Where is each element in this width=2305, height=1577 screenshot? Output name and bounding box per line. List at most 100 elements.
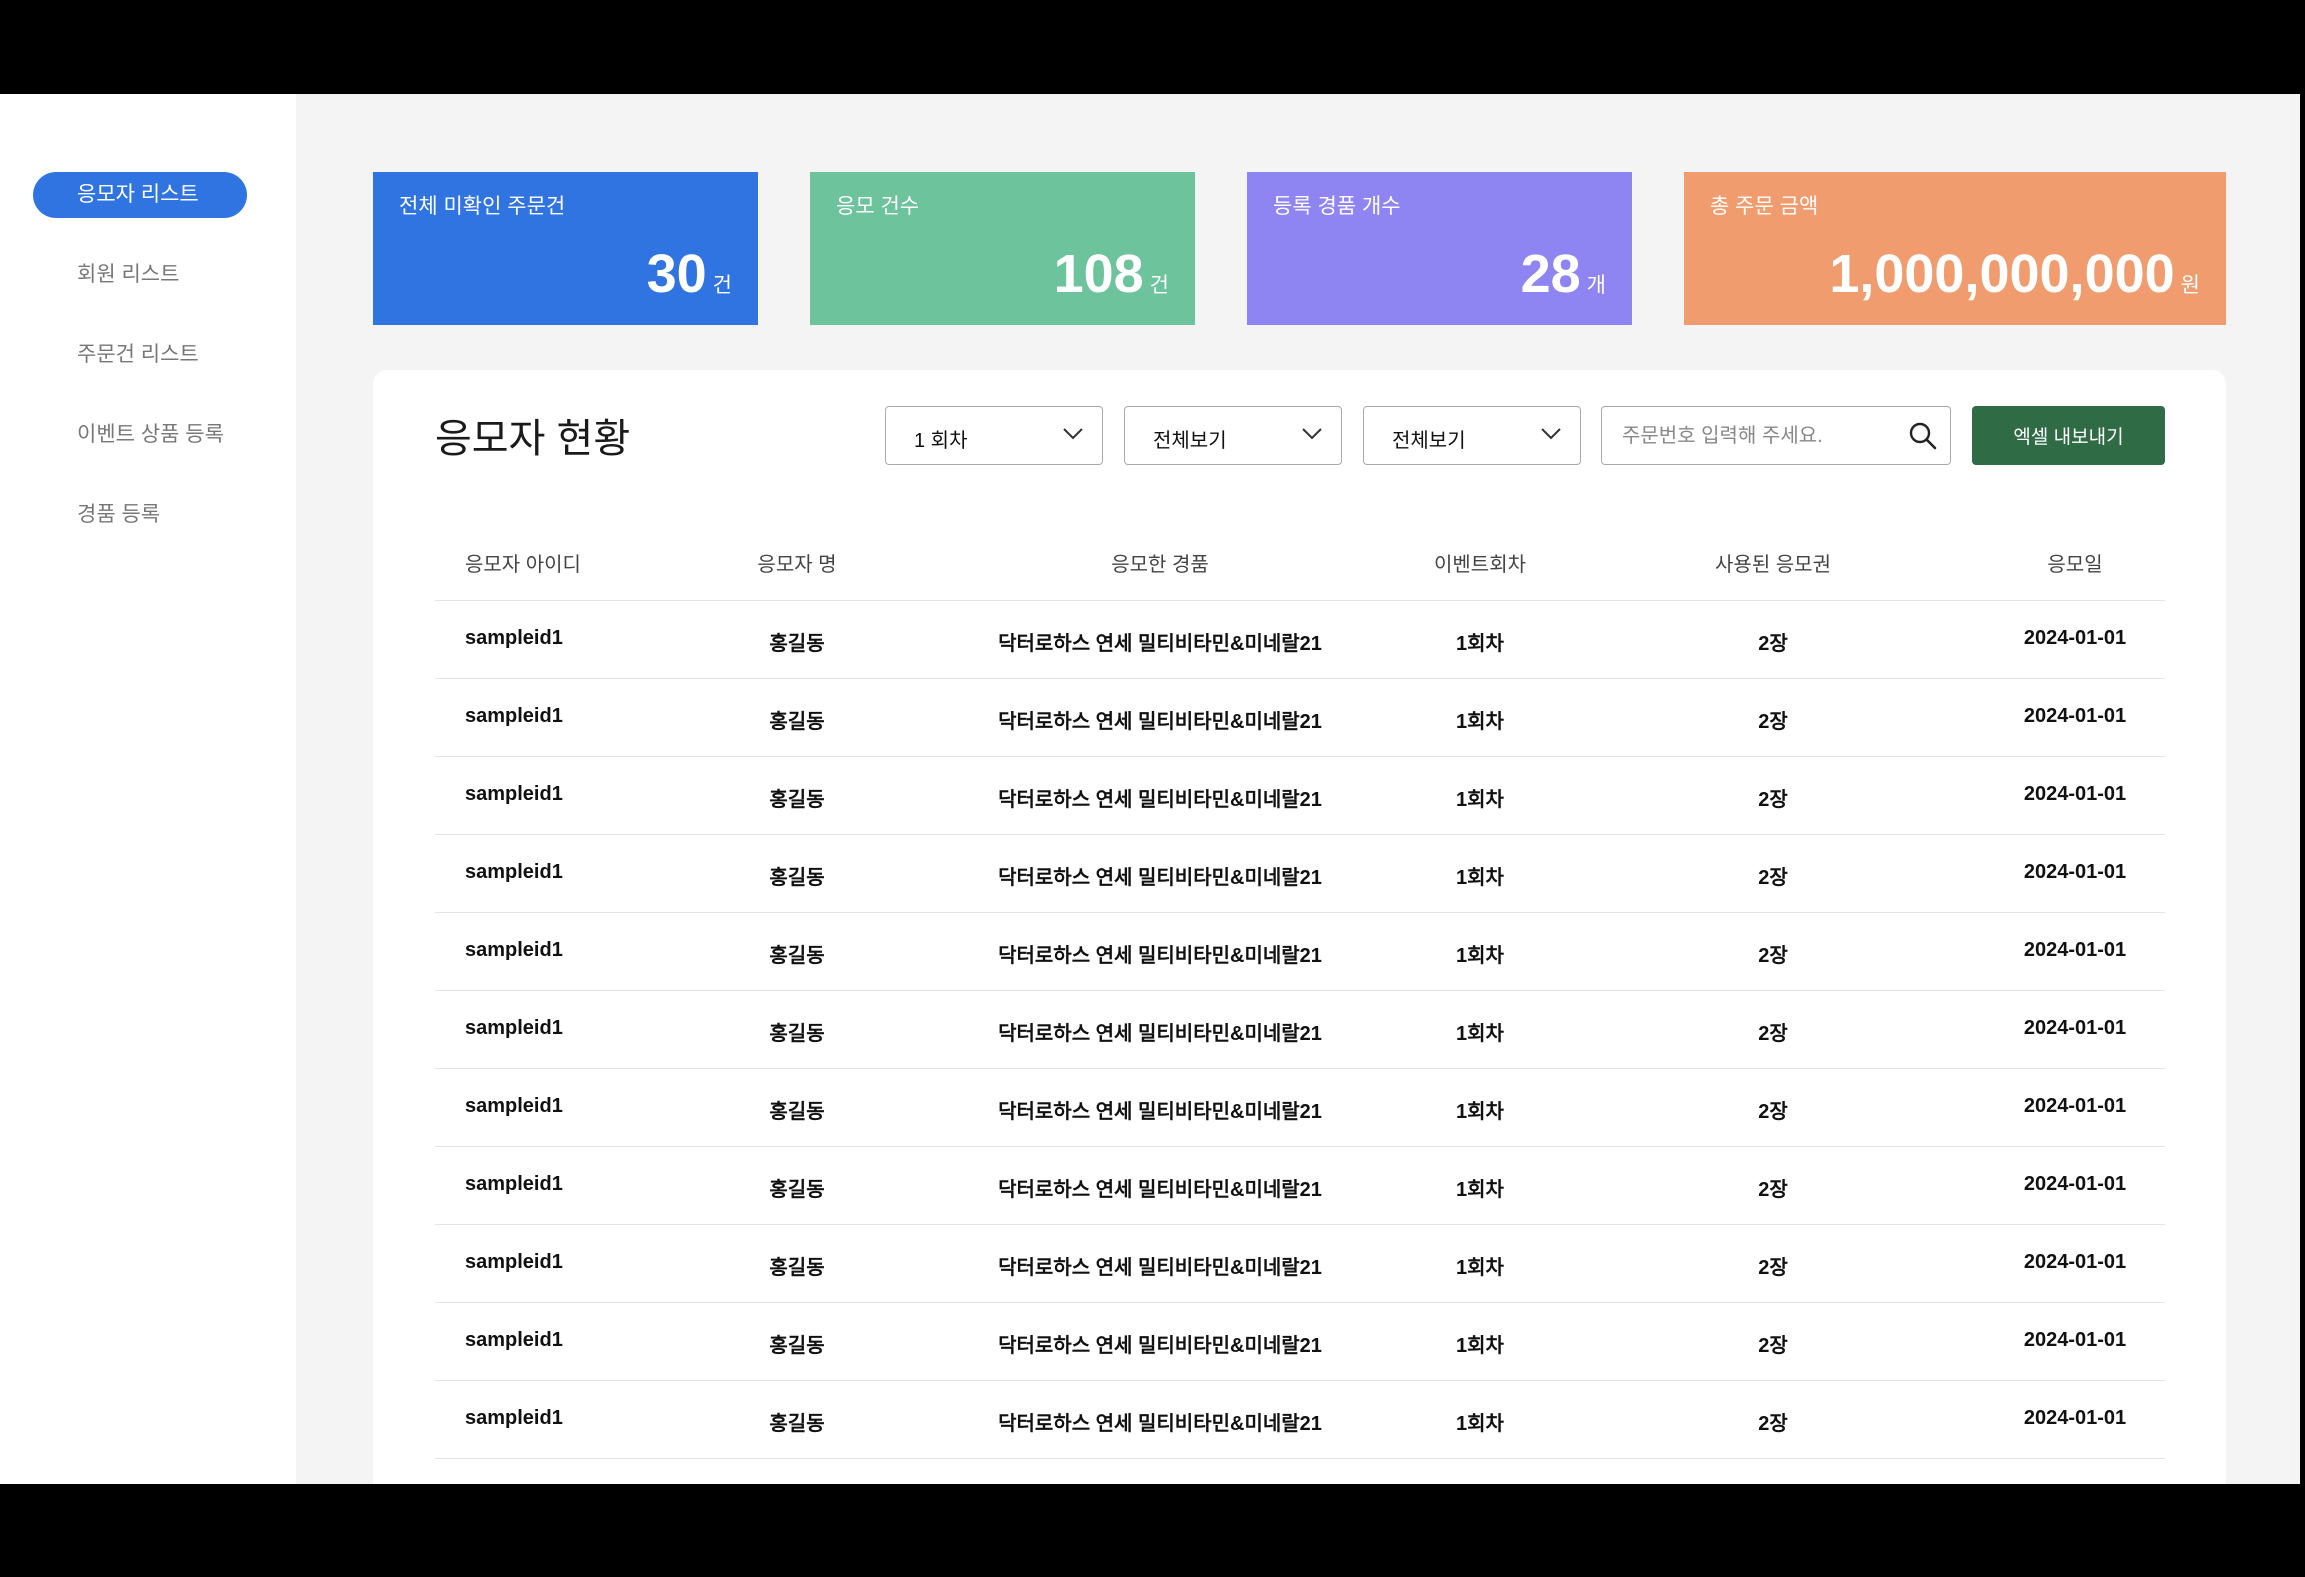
table-cell: 홍길동 — [769, 711, 825, 733]
window-edge — [2300, 94, 2305, 1484]
table-cell: 2장 — [1758, 1257, 1788, 1279]
stat-card-unit: 원 — [2180, 274, 2200, 297]
table-body: sampleid1 홍길동 닥터로하스 연세 밀티비타민&미네랄21 1회차 2장 202… — [435, 601, 2165, 1484]
table-cell: sampleid1 — [465, 861, 563, 883]
table-cell: 2장 — [1758, 1413, 1788, 1435]
filter-select-1[interactable]: 전체보기 — [1124, 406, 1342, 465]
table-cell: 홍길동 — [769, 1413, 825, 1435]
excel-export-button[interactable]: 엑셀 내보내기 — [1972, 406, 2165, 465]
column-header: 응모한 경품 — [1111, 554, 1209, 576]
table-cell: 2024-01-01 — [2023, 1095, 2127, 1117]
table-cell: 홍길동 — [769, 1101, 825, 1123]
stat-card-title: 응모 건수 — [836, 195, 920, 218]
table-cell: 2장 — [1758, 1335, 1788, 1357]
table-cell: 홍길동 — [769, 945, 825, 967]
table-row[interactable]: sampleid1홍길동닥터로하스 연세 밀티비타민&미네랄211회차2장202… — [435, 1069, 2165, 1147]
stat-card-title: 등록 경품 개수 — [1273, 195, 1401, 218]
table-cell: 1회차 — [1456, 867, 1504, 889]
table-cell: 2024-01-01 — [2023, 783, 2127, 805]
sidebar-item-order-list[interactable]: 주문건 리스트 — [33, 332, 247, 378]
table-row[interactable]: sampleid1홍길동닥터로하스 연세 밀티비타민&미네랄211회차2장202… — [435, 913, 2165, 991]
table-cell: 2024-01-01 — [2023, 705, 2127, 727]
table-cell: 2장 — [1758, 945, 1788, 967]
chevron-down-icon — [1541, 428, 1561, 440]
table-cell: 1회차 — [1456, 1413, 1504, 1435]
stat-card-unconfirmed-orders: 전체 미확인 주문건 30 건 — [373, 172, 758, 325]
table-cell: sampleid1 — [465, 1017, 563, 1039]
stat-card-unit: 건 — [712, 274, 732, 297]
table-cell: 1회차 — [1456, 1335, 1504, 1357]
table-row[interactable]: sampleid1홍길동닥터로하스 연세 밀티비타민&미네랄211회차2장202… — [435, 1303, 2165, 1381]
table-cell: sampleid1 — [465, 1095, 563, 1117]
column-header: 응모자 아이디 — [465, 554, 581, 576]
table-cell: 닥터로하스 연세 밀티비타민&미네랄21 — [998, 789, 1322, 811]
stat-card-value: 28 — [1520, 244, 1581, 304]
table-cell: 홍길동 — [769, 633, 825, 655]
table-cell: 2장 — [1758, 1101, 1788, 1123]
table-row[interactable]: sampleid1홍길동닥터로하스 연세 밀티비타민&미네랄211회차2장202… — [435, 601, 2165, 679]
filter-select-2[interactable]: 전체보기 — [1363, 406, 1581, 465]
stat-card-value: 1,000,000,000 — [1829, 244, 2175, 304]
table-cell: 1회차 — [1456, 711, 1504, 733]
applicant-status-panel: 응모자 현황 1 회차 전체보기 전체보기 엑셀 내보 — [373, 370, 2226, 1484]
sidebar-item-prize-register[interactable]: 경품 등록 — [33, 492, 247, 538]
order-search-box — [1601, 406, 1951, 465]
table-row[interactable]: sampleid1홍길동닥터로하스 연세 밀티비타민&미네랄211회차2장202… — [435, 991, 2165, 1069]
table-cell: 홍길동 — [769, 1335, 825, 1357]
table-row[interactable]: sampleid1홍길동닥터로하스 연세 밀티비타민&미네랄211회차2장202… — [435, 1381, 2165, 1459]
table-cell: sampleid1 — [465, 1251, 563, 1273]
table-cell: 2024-01-01 — [2023, 1407, 2127, 1429]
table-cell: 닥터로하스 연세 밀티비타민&미네랄21 — [998, 1413, 1322, 1435]
column-header: 이벤트회차 — [1434, 554, 1526, 576]
table-cell: 홍길동 — [769, 1023, 825, 1045]
table-cell: 2장 — [1758, 633, 1788, 655]
table-cell: 1회차 — [1456, 1101, 1504, 1123]
table-cell: sampleid1 — [465, 705, 563, 727]
table-cell: 2장 — [1758, 711, 1788, 733]
search-input[interactable] — [1620, 417, 1894, 455]
filter-select-value: 전체보기 — [1153, 430, 1227, 452]
sidebar-item-event-product-register[interactable]: 이벤트 상품 등록 — [33, 412, 247, 458]
table-cell: 1회차 — [1456, 945, 1504, 967]
stat-card-value: 108 — [1053, 244, 1144, 304]
search-icon[interactable] — [1908, 421, 1938, 451]
table-header: 응모자 아이디 응모자 명 응모한 경품 이벤트회차 사용된 응모권 응모일 — [435, 520, 2165, 601]
stat-card-entry-count: 응모 건수 108 건 — [810, 172, 1195, 325]
table-row[interactable]: sampleid1홍길동닥터로하스 연세 밀티비타민&미네랄211회차2장202… — [435, 1459, 2165, 1484]
table-cell: 2024-01-01 — [2023, 1329, 2127, 1351]
table-cell: 2장 — [1758, 1179, 1788, 1201]
column-header: 응모일 — [2047, 554, 2103, 576]
sidebar-item-member-list[interactable]: 회원 리스트 — [33, 252, 247, 298]
table-row[interactable]: sampleid1홍길동닥터로하스 연세 밀티비타민&미네랄211회차2장202… — [435, 757, 2165, 835]
table-cell: 닥터로하스 연세 밀티비타민&미네랄21 — [998, 711, 1322, 733]
table-cell: 닥터로하스 연세 밀티비타민&미네랄21 — [998, 633, 1322, 655]
table-cell: 홍길동 — [769, 1179, 825, 1201]
column-header: 사용된 응모권 — [1715, 554, 1831, 576]
table-cell: 2024-01-01 — [2023, 627, 2127, 649]
table-row[interactable]: sampleid1홍길동닥터로하스 연세 밀티비타민&미네랄211회차2장202… — [435, 1147, 2165, 1225]
table-cell: 2장 — [1758, 1023, 1788, 1045]
sidebar: 응모자 리스트 회원 리스트 주문건 리스트 이벤트 상품 등록 경품 등록 — [0, 94, 296, 1484]
table-cell: 닥터로하스 연세 밀티비타민&미네랄21 — [998, 1179, 1322, 1201]
table-row[interactable]: sampleid1홍길동닥터로하스 연세 밀티비타민&미네랄211회차2장202… — [435, 835, 2165, 913]
table-cell: 닥터로하스 연세 밀티비타민&미네랄21 — [998, 945, 1322, 967]
table-cell: 1회차 — [1456, 633, 1504, 655]
table-cell: 2024-01-01 — [2023, 861, 2127, 883]
table-cell: 홍길동 — [769, 1257, 825, 1279]
page-title: 응모자 현황 — [435, 417, 631, 461]
table-row[interactable]: sampleid1 홍길동 닥터로하스 연세 밀티비타민&미네랄21 1회차 2장 202… — [435, 679, 2165, 757]
stat-card-title: 총 주문 금액 — [1710, 195, 1819, 218]
admin-app: 응모자 리스트 회원 리스트 주문건 리스트 이벤트 상품 등록 경품 등록 전… — [0, 94, 2305, 1484]
table-cell: 닥터로하스 연세 밀티비타민&미네랄21 — [998, 1335, 1322, 1357]
table-row[interactable]: sampleid1홍길동닥터로하스 연세 밀티비타민&미네랄211회차2장202… — [435, 1225, 2165, 1303]
sidebar-item-applicant-list[interactable]: 응모자 리스트 — [33, 172, 247, 218]
chevron-down-icon — [1063, 428, 1083, 440]
stat-card-prize-count: 등록 경품 개수 28 개 — [1247, 172, 1632, 325]
stat-card-unit: 건 — [1149, 274, 1169, 297]
stat-card-total-order-amount: 총 주문 금액 1,000,000,000 원 — [1684, 172, 2226, 325]
round-select[interactable]: 1 회차 — [885, 406, 1103, 465]
filter-select-value: 전체보기 — [1392, 430, 1466, 452]
table-cell: 1회차 — [1456, 1257, 1504, 1279]
table-cell: 2장 — [1758, 867, 1788, 889]
stat-card-unit: 개 — [1586, 274, 1606, 297]
